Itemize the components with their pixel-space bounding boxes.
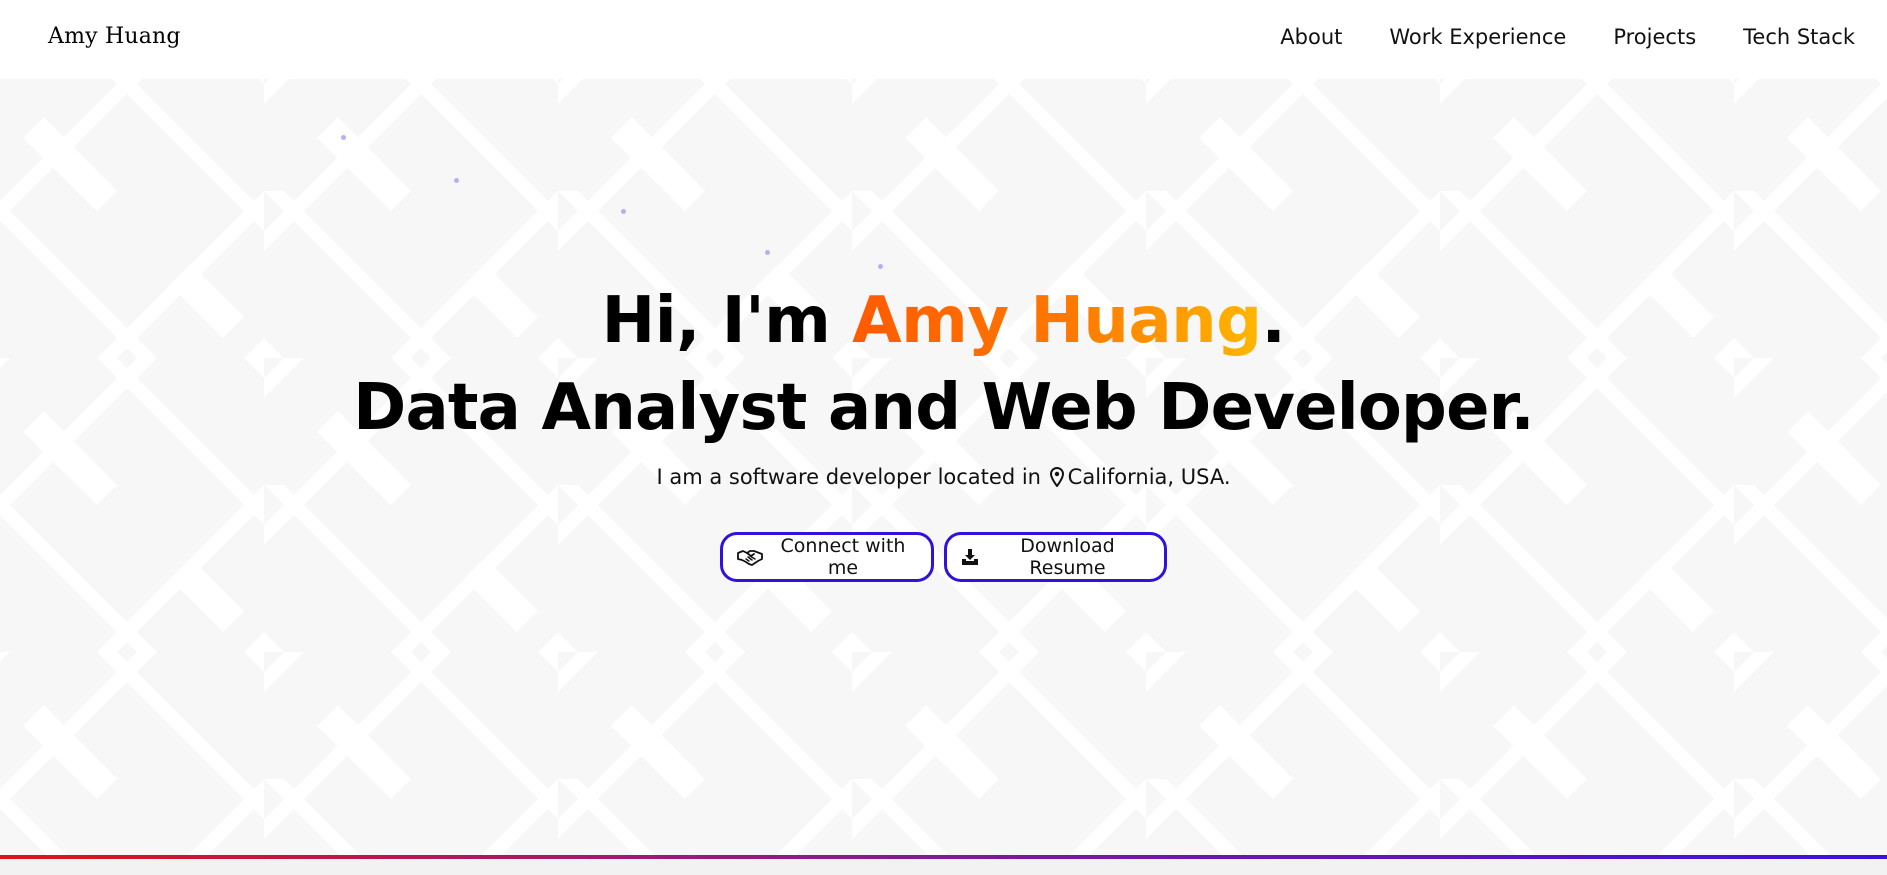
nav-item-work-experience: Work Experience [1389,25,1566,49]
navbar: Amy Huang About Work Experience Projects… [0,0,1887,79]
particle-dot [621,209,626,214]
nav-item-projects: Projects [1613,25,1696,49]
greeting-suffix: . [1261,284,1286,358]
nav-link-work-experience[interactable]: Work Experience [1389,25,1566,49]
particle-dot [341,135,346,140]
handshake-icon [737,548,763,566]
page: Amy Huang About Work Experience Projects… [0,0,1887,875]
nav-item-about: About [1280,25,1342,49]
download-resume-label: Download Resume [1020,535,1115,579]
nav-links: About Work Experience Projects Tech Stac… [1280,25,1855,49]
nav-link-tech-stack[interactable]: Tech Stack [1743,25,1855,49]
tagline-text: I am a software developer located in [656,465,1041,489]
map-pin-icon [1049,465,1064,495]
hero-tagline: I am a software developer located in Cal… [0,462,1887,495]
particle-dot [454,178,459,183]
hero-actions: Connect with me Download Resume [0,532,1887,582]
download-resume-button[interactable]: Download Resume [944,532,1167,582]
gradient-divider [0,855,1887,859]
hero-name: Amy Huang [852,284,1262,358]
greeting-prefix: Hi, I'm [601,284,853,358]
connect-button-label: Connect with me [780,535,906,579]
next-section-edge [0,859,1887,875]
hero-role: Data Analyst and Web Developer. [353,371,1534,445]
nav-item-tech-stack: Tech Stack [1743,25,1855,49]
nav-link-projects[interactable]: Projects [1613,25,1696,49]
location-text: California, USA. [1067,465,1231,489]
brand-link[interactable]: Amy Huang [48,24,181,49]
download-icon [961,548,979,566]
hero-section: Hi, I'm Amy Huang. Data Analyst and Web … [0,79,1887,856]
particle-dot [878,264,883,269]
connect-button[interactable]: Connect with me [720,532,934,582]
nav-link-about[interactable]: About [1280,25,1342,49]
hero-greeting: Hi, I'm Amy Huang. [0,282,1887,360]
particle-dot [765,250,770,255]
